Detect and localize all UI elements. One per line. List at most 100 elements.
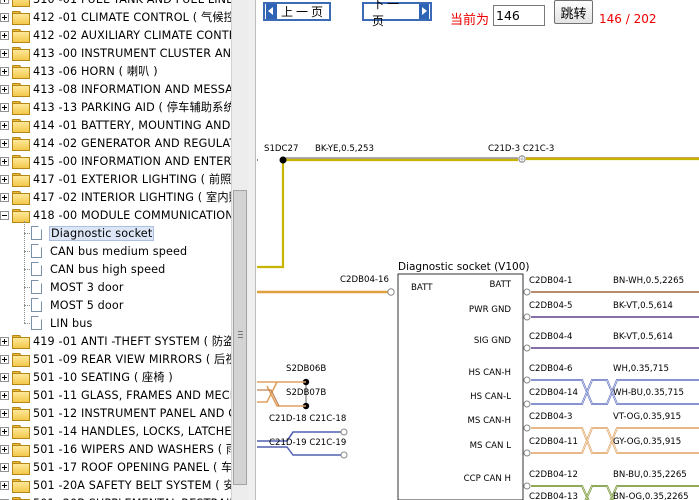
collapse-minus-icon[interactable] (0, 210, 9, 220)
tree-connector-line (24, 287, 30, 288)
tree-document-item[interactable]: Diagnostic socket (31, 224, 155, 242)
document-icon (31, 280, 42, 294)
expand-plus-icon[interactable] (0, 102, 9, 112)
tree-folder-item[interactable]: 419 -01 ANTI -THEFT SYSTEM ( 防盗系统 ) (0, 332, 231, 350)
tree-item-label: 501 -17 ROOF OPENING PANEL ( 车顶 ) (33, 461, 231, 474)
tree-item-label: 501 -14 HANDLES, LOCKS, LATCHES (33, 424, 231, 438)
tree-folder-item[interactable]: 501 -10 SEATING ( 座椅 ) (0, 368, 173, 386)
document-icon (31, 226, 42, 240)
expand-plus-icon[interactable] (0, 354, 9, 364)
pin-connector-label: C2DB04-4 (529, 332, 573, 342)
pin-connector-label: C2DB04-14 (529, 388, 578, 398)
jump-button[interactable]: 跳转 (554, 0, 593, 24)
pin-connector-label: C2DB04-12 (529, 470, 578, 480)
tree-item-label: MOST 5 door (50, 298, 124, 312)
document-icon (31, 298, 42, 312)
pin-name-label: PWR GND (468, 305, 511, 315)
next-page-button[interactable]: 下一页 (362, 0, 432, 28)
tree-folder-item[interactable]: 412 -02 AUXILIARY CLIMATE CONTROL (0, 26, 231, 44)
expand-plus-icon[interactable] (0, 480, 9, 490)
splice-s1dc27 (279, 156, 287, 164)
expand-plus-icon[interactable] (0, 66, 9, 76)
tree-folder-item[interactable]: 501 -09 REAR VIEW MIRRORS ( 后视镜 ) (0, 350, 231, 368)
folder-icon (12, 101, 30, 115)
tree-folder-item[interactable]: 413 -00 INSTRUMENT CLUSTER AND (0, 44, 231, 62)
tree-document-item[interactable]: CAN bus medium speed (31, 242, 187, 260)
pin-wire-label: WH-BU,0.35,715 (613, 388, 684, 398)
tree-document-item[interactable]: CAN bus high speed (31, 260, 165, 278)
tree-item-label: 501 -16 WIPERS AND WASHERS ( 雨刮 ) (33, 443, 231, 456)
pin-wire-label: BK-VT,0.5,614 (613, 332, 673, 342)
tree-folder-item[interactable]: 501 -12 INSTRUMENT PANEL AND CONSOLE (0, 404, 231, 422)
prev-page-button[interactable]: 上一页 (263, 2, 331, 21)
expand-plus-icon[interactable] (0, 30, 9, 40)
navigation-tree: 310 -01 FUEL TANK AND FUEL LINES 412 -01 … (0, 0, 231, 500)
connector-label-c2db04-16: C2DB04-16 (340, 275, 389, 285)
tree-folder-item[interactable]: 501 -14 HANDLES, LOCKS, LATCHES (0, 422, 231, 440)
tree-folder-item[interactable]: 501 -20B SUPPLEMENTAL RESTRAINT (0, 494, 231, 500)
connector-label-c21d-19: C21D-19 C21C-19 (269, 438, 347, 448)
tree-folder-item[interactable]: 417 -01 EXTERIOR LIGHTING ( 前照灯 ) (0, 170, 231, 188)
tree-scrollbar[interactable] (231, 0, 248, 500)
expand-plus-icon[interactable] (0, 426, 9, 436)
expand-plus-icon[interactable] (0, 336, 9, 346)
expand-plus-icon[interactable] (0, 12, 9, 22)
tree-item-label: 501 -12 INSTRUMENT PANEL AND CONSOLE (33, 406, 231, 420)
expand-plus-icon[interactable] (0, 390, 9, 400)
pin-connector-label: C2DB04-11 (529, 437, 578, 447)
tree-connector-line (24, 251, 30, 252)
document-icon (31, 244, 42, 258)
tree-item-label: 501 -20B SUPPLEMENTAL RESTRAINT (33, 497, 231, 500)
tree-folder-item[interactable]: 414 -01 BATTERY, MOUNTING AND (0, 116, 230, 134)
tree-folder-item[interactable]: 501 -11 GLASS, FRAMES AND MECHANISMS (0, 386, 231, 404)
expand-plus-icon[interactable] (0, 444, 9, 454)
tree-item-label: MOST 3 door (50, 280, 124, 294)
current-page-label: 当前为 (450, 13, 490, 28)
pin-wire-label: BK-VT,0.5,614 (613, 301, 673, 311)
panel-splitter[interactable] (248, 0, 256, 500)
tree-folder-item[interactable]: 413 -08 INFORMATION AND MESSAGE (0, 80, 231, 98)
tree-document-item[interactable]: MOST 3 door (31, 278, 124, 296)
tree-scrollbar-thumb[interactable] (233, 190, 247, 485)
page-toolbar: 上一页 下一页 当前为 跳转 146 / 202 (257, 0, 699, 30)
tree-folder-item[interactable]: 418 -00 MODULE COMMUNICATIONS (0, 206, 231, 224)
expand-plus-icon[interactable] (0, 408, 9, 418)
tree-folder-item[interactable]: 413 -13 PARKING AID ( 停车辅助系统 ) (0, 98, 231, 116)
tree-folder-item[interactable]: 412 -01 CLIMATE CONTROL ( 气候控制 ) (0, 8, 231, 26)
next-page-label: 下一页 (372, 0, 403, 28)
expand-plus-icon[interactable] (0, 84, 9, 94)
expand-plus-icon[interactable] (0, 138, 9, 148)
tree-document-item[interactable]: MOST 5 door (31, 296, 124, 314)
tree-folder-item[interactable]: 414 -02 GENERATOR AND REGULATOR (0, 134, 231, 152)
expand-plus-icon[interactable] (0, 174, 9, 184)
expand-plus-icon[interactable] (0, 48, 9, 58)
tree-folder-item[interactable]: 501 -20A SAFETY BELT SYSTEM ( 安全带 ) (0, 476, 231, 494)
tree-folder-item[interactable]: 501 -17 ROOF OPENING PANEL ( 车顶 ) (0, 458, 231, 476)
tree-folder-item[interactable]: 501 -16 WIPERS AND WASHERS ( 雨刮 ) (0, 440, 231, 458)
arrow-right-icon (418, 4, 429, 19)
expand-plus-icon[interactable] (0, 156, 9, 166)
tree-folder-item[interactable]: 417 -02 INTERIOR LIGHTING ( 室内照明 ) (0, 188, 231, 206)
folder-icon (12, 29, 30, 43)
pin-connector (523, 344, 531, 352)
wire-label-bk-ye: BK-YE,0.5,253 (315, 144, 374, 154)
tree-document-item[interactable]: LIN bus (31, 314, 93, 332)
page-number-input[interactable] (493, 5, 545, 26)
expand-plus-icon[interactable] (0, 120, 9, 130)
wiring-diagram: S1DC27 BK-YE,0.5,253 C21D-3 C21C-3 C2DB0… (257, 30, 699, 500)
tree-folder-item[interactable]: 310 -01 FUEL TANK AND FUEL LINES (0, 0, 231, 8)
expand-plus-icon[interactable] (0, 372, 9, 382)
tree-item-label: 413 -13 PARKING AID ( 停车辅助系统 ) (33, 101, 231, 114)
tree-item-label: 310 -01 FUEL TANK AND FUEL LINES (33, 0, 231, 6)
expand-plus-icon[interactable] (0, 462, 9, 472)
tree-folder-item[interactable]: 415 -00 INFORMATION AND ENTERTAINMENT (0, 152, 231, 170)
expand-plus-icon[interactable] (0, 192, 9, 202)
tree-folder-item[interactable]: 413 -06 HORN ( 喇叭 ) (0, 62, 158, 80)
tree-item-label: CAN bus medium speed (50, 244, 188, 258)
pin-label-batt-left: BATT (411, 283, 433, 293)
expand-plus-icon[interactable] (0, 0, 9, 4)
folder-icon (12, 389, 30, 403)
tree-item-label: CAN bus high speed (50, 262, 166, 276)
splice-label-s2db07b: S2DB07B (286, 388, 327, 398)
folder-icon (12, 371, 30, 385)
